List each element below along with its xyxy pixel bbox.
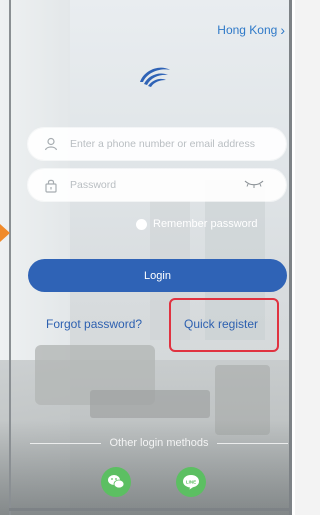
eye-closed-icon[interactable] bbox=[244, 179, 264, 189]
password-input[interactable]: Password bbox=[28, 169, 286, 201]
forgot-password-link[interactable]: Forgot password? bbox=[46, 317, 142, 331]
user-icon bbox=[40, 137, 62, 151]
region-selector[interactable]: Hong Kong › bbox=[217, 22, 285, 38]
line-icon: LINE bbox=[183, 475, 199, 490]
remember-radio[interactable] bbox=[136, 218, 147, 230]
wechat-icon bbox=[108, 475, 125, 489]
remember-password-toggle[interactable]: Remember password bbox=[136, 218, 258, 230]
remember-label: Remember password bbox=[153, 218, 258, 230]
account-placeholder: Enter a phone number or email address bbox=[70, 138, 256, 150]
app-logo-icon bbox=[140, 67, 170, 87]
line-login-button[interactable]: LINE bbox=[176, 467, 206, 497]
account-input[interactable]: Enter a phone number or email address bbox=[28, 128, 286, 160]
chevron-right-icon: › bbox=[280, 22, 285, 38]
pointer-arrow-icon bbox=[0, 224, 10, 242]
divider-line-left bbox=[30, 442, 102, 444]
quick-register-link[interactable]: Quick register bbox=[184, 317, 258, 331]
other-login-label: Other login methods bbox=[109, 437, 209, 449]
phone-frame-left bbox=[9, 0, 11, 515]
other-login-divider: Other login methods bbox=[30, 437, 288, 449]
region-label: Hong Kong bbox=[217, 23, 278, 37]
outer-margin bbox=[292, 0, 295, 515]
password-placeholder: Password bbox=[70, 179, 117, 191]
lock-icon bbox=[40, 178, 62, 193]
login-button[interactable]: Login bbox=[28, 259, 287, 292]
divider-line-right bbox=[216, 442, 288, 444]
svg-text:LINE: LINE bbox=[186, 479, 196, 484]
wechat-login-button[interactable] bbox=[101, 467, 131, 497]
phone-frame-bottom bbox=[9, 508, 292, 511]
